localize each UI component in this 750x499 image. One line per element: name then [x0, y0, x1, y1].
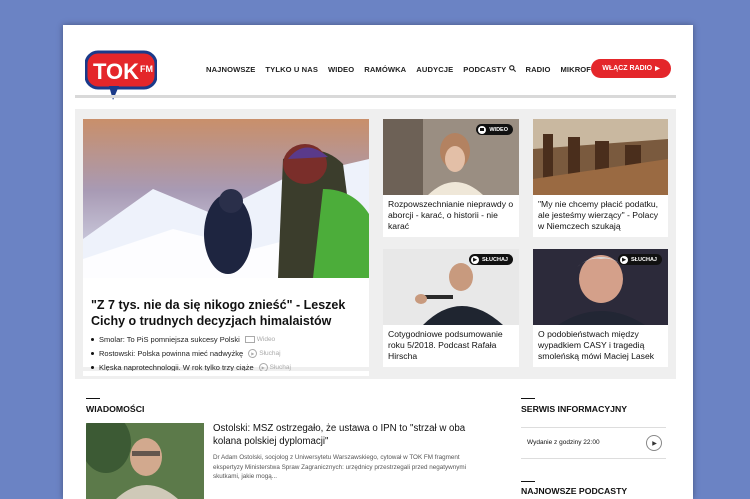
bullet-text: Smolar: To PiS pomniejsza sukcesy Polski: [99, 335, 240, 344]
article-image[interactable]: WIDEO: [383, 119, 519, 195]
section-marker: [521, 398, 535, 399]
nav-tylko-u-nas[interactable]: TYLKO U NAS: [265, 65, 318, 74]
featured-article[interactable]: [83, 119, 369, 367]
play-icon: ▶: [652, 440, 657, 447]
section-marker: [86, 398, 100, 399]
nav-radio[interactable]: RADIO: [526, 65, 551, 74]
serwis-section-title[interactable]: SERWIS INFORMACYJNY: [521, 404, 627, 414]
section-marker: [521, 481, 535, 482]
tag-label: Słuchaj: [269, 364, 291, 371]
bullet-text: Rostowski: Polska powinna mieć nadwyżkę: [99, 349, 244, 358]
tag-label: Wideo: [256, 336, 276, 343]
nav-wideo[interactable]: WIDEO: [328, 65, 354, 74]
news-excerpt: Dr Adam Ostolski, socjolog z Uniwersytet…: [213, 454, 467, 480]
tag-label: Słuchaj: [259, 350, 281, 357]
article-card[interactable]: ▶ SŁUCHAJ Cotygodniowe podsumowanie roku …: [383, 249, 519, 367]
badge-label: SŁUCHAJ: [482, 256, 508, 263]
video-icon: [478, 125, 487, 134]
article-card[interactable]: WIDEO Rozpowszechnianie nieprawdy o abor…: [383, 119, 519, 237]
play-icon: ▶: [620, 255, 629, 264]
featured-bottom-pad: [83, 371, 369, 376]
featured-bullet[interactable]: Rostowski: Polska powinna mieć nadwyżkę …: [91, 349, 281, 358]
svg-text:TOK: TOK: [93, 59, 139, 84]
listen-tag: ▶ Słuchaj: [248, 349, 281, 358]
search-icon[interactable]: [508, 65, 516, 73]
listen-badge: ▶ SŁUCHAJ: [469, 254, 513, 265]
nav-najnowsze[interactable]: NAJNOWSZE: [206, 65, 255, 74]
site-header: TOK FM NAJNOWSZE TYLKO U NAS WIDEO RAMÓW…: [63, 25, 693, 100]
svg-text:FM: FM: [140, 64, 153, 74]
video-tag: Wideo: [244, 336, 276, 343]
article-image[interactable]: [533, 119, 668, 195]
article-image[interactable]: ▶ SŁUCHAJ: [383, 249, 519, 325]
news-title[interactable]: Ostolski: MSZ ostrzegało, że ustawa o IP…: [213, 422, 483, 448]
play-circle-icon: ▶: [248, 349, 258, 358]
header-divider: [75, 95, 676, 98]
page: TOK FM NAJNOWSZE TYLKO U NAS WIDEO RAMÓW…: [63, 25, 693, 499]
serwis-player: Wydanie z godziny 22:00 ▶: [521, 427, 666, 459]
featured-bullet[interactable]: Smolar: To PiS pomniejsza sukcesy Polski…: [91, 335, 275, 344]
play-button[interactable]: ▶: [646, 435, 662, 451]
badge-label: SŁUCHAJ: [631, 256, 657, 263]
nav-podcasty[interactable]: PODCASTY: [463, 65, 516, 74]
article-image[interactable]: ▶ SŁUCHAJ: [533, 249, 668, 325]
video-badge: WIDEO: [476, 124, 513, 135]
play-arrow-icon: ▶: [655, 66, 660, 72]
article-card[interactable]: ▶ SŁUCHAJ O podobieństwach między wypadki…: [533, 249, 668, 367]
bullet-dot: [91, 338, 94, 341]
podcasts-section-title[interactable]: NAJNOWSZE PODCASTY: [521, 486, 627, 496]
nav-ramowka[interactable]: RAMÓWKA: [364, 65, 406, 74]
article-caption[interactable]: Cotygodniowe podsumowanie roku 5/2018. P…: [388, 329, 516, 361]
article-caption[interactable]: O podobieństwach między wypadkiem CASY i…: [538, 329, 666, 361]
main-nav: NAJNOWSZE TYLKO U NAS WIDEO RAMÓWKA AUDY…: [206, 65, 613, 74]
featured-title[interactable]: "Z 7 tys. nie da się nikogo znieść" - Le…: [91, 297, 361, 329]
play-icon: ▶: [471, 255, 480, 264]
article-card[interactable]: "My nie chcemy płacić podatku, ale jeste…: [533, 119, 668, 237]
featured-zone: "Z 7 tys. nie da się nikogo znieść" - Le…: [75, 109, 676, 379]
turn-on-radio-button[interactable]: WŁĄCZ RADIO ▶: [591, 59, 671, 78]
serwis-edition: Wydanie z godziny 22:00: [527, 439, 600, 446]
news-image[interactable]: [86, 423, 204, 499]
nav-audycje[interactable]: AUDYCJE: [416, 65, 453, 74]
badge-label: WIDEO: [489, 126, 508, 133]
article-caption[interactable]: Rozpowszechnianie nieprawdy o aborcji - …: [388, 199, 516, 231]
video-icon: [244, 336, 255, 343]
nav-podcasty-label: PODCASTY: [463, 65, 507, 74]
bullet-dot: [91, 366, 94, 369]
featured-image[interactable]: [83, 119, 369, 278]
bullet-dot: [91, 352, 94, 355]
article-caption[interactable]: "My nie chcemy płacić podatku, ale jeste…: [538, 199, 666, 231]
listen-badge: ▶ SŁUCHAJ: [618, 254, 662, 265]
radio-button-label: WŁĄCZ RADIO: [602, 65, 653, 72]
news-section-title[interactable]: WIADOMOŚCI: [86, 404, 144, 414]
